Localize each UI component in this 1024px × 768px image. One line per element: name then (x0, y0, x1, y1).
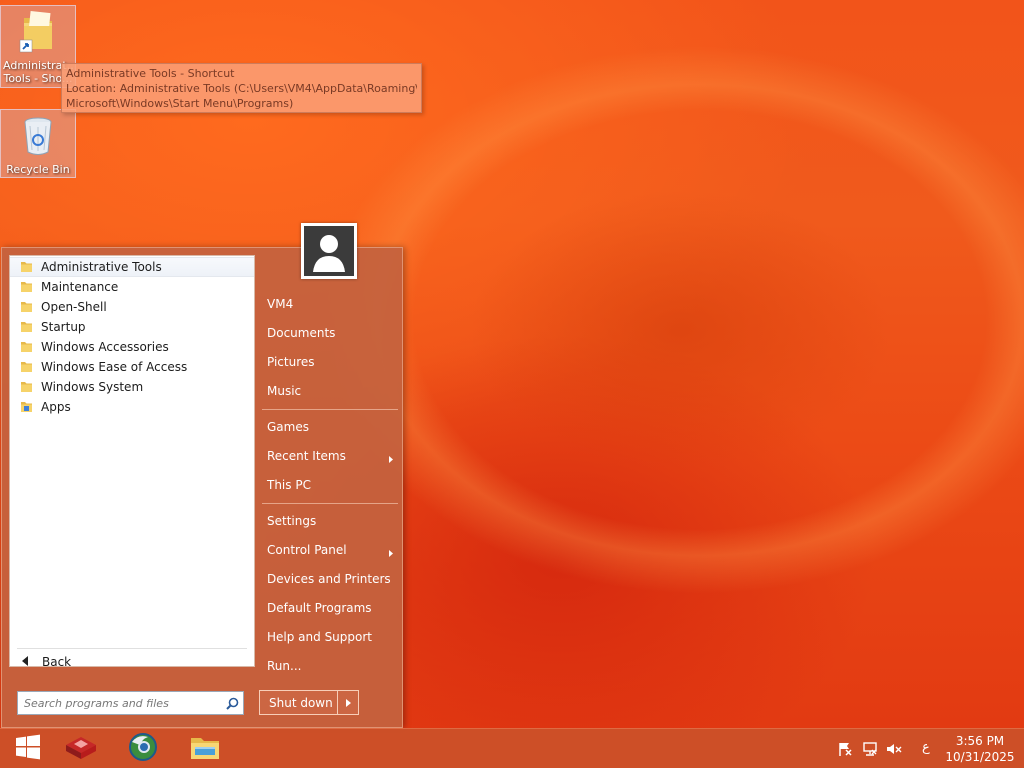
right-menu-item-label: Settings (267, 514, 317, 528)
program-item[interactable]: Windows Accessories (10, 337, 254, 357)
tooltip-location-cont: Microsoft\Windows\Start Menu\Programs) (66, 97, 294, 110)
program-item[interactable]: Windows System (10, 377, 254, 397)
program-item-label: Windows Ease of Access (41, 360, 188, 374)
tooltip-title: Administrative Tools - Shortcut (66, 67, 235, 80)
right-menu-item-recent-items[interactable]: Recent Items (260, 443, 400, 469)
right-menu-item-run[interactable]: Run... (260, 653, 400, 679)
right-menu-item-label: VM4 (267, 297, 294, 311)
windows-logo-icon (15, 734, 41, 764)
right-menu-item-devices-and-printers[interactable]: Devices and Printers (260, 566, 400, 592)
back-label: Back (42, 655, 72, 669)
right-menu-item-pictures[interactable]: Pictures (260, 349, 400, 375)
right-menu-item-label: Devices and Printers (267, 572, 391, 586)
recycle-bin-icon (1, 114, 75, 161)
program-item[interactable]: Apps (10, 397, 254, 417)
right-menu-item-default-programs[interactable]: Default Programs (260, 595, 400, 621)
folder-icon (20, 299, 33, 316)
right-menu-item-label: Music (267, 384, 302, 398)
user-avatar[interactable] (301, 223, 357, 279)
submenu-arrow-icon (389, 546, 393, 560)
folder-icon (20, 259, 33, 276)
search-box[interactable] (17, 691, 244, 715)
volume-muted-icon[interactable] (885, 741, 903, 757)
shutdown-options-icon[interactable] (338, 691, 358, 714)
folder-shortcut-icon (1, 10, 75, 57)
shutdown-button[interactable]: Shut down (259, 690, 359, 715)
program-item-label: Open-Shell (41, 300, 107, 314)
right-column-separator (262, 409, 398, 410)
search-input[interactable] (18, 693, 221, 713)
folder-icon (20, 379, 33, 396)
right-menu-item-label: Recent Items (267, 449, 346, 463)
right-menu-item-label: Run... (267, 659, 302, 673)
right-menu-item-games[interactable]: Games (260, 414, 400, 440)
program-item-label: Windows System (41, 380, 144, 394)
back-button[interactable]: Back (11, 652, 253, 672)
shutdown-label[interactable]: Shut down (260, 691, 338, 714)
right-menu-item-label: Help and Support (267, 630, 372, 644)
right-menu-item-settings[interactable]: Settings (260, 508, 400, 534)
back-separator (17, 648, 247, 649)
right-menu-item-label: Default Programs (267, 601, 372, 615)
desktop-icon-label: Recycle Bin (6, 163, 70, 176)
right-menu-item-documents[interactable]: Documents (260, 320, 400, 346)
right-menu-item-label: Pictures (267, 355, 315, 369)
program-item[interactable]: Administrative Tools (10, 257, 254, 277)
user-silhouette-icon (313, 235, 345, 272)
program-item-label: Startup (41, 320, 86, 334)
taskbar-app-red[interactable] (53, 729, 109, 768)
right-menu-item-control-panel[interactable]: Control Panel (260, 537, 400, 563)
search-icon[interactable] (221, 697, 243, 710)
taskbar: ع 3:56 PM 10/31/2025 (0, 728, 1024, 768)
right-menu-item-this-pc[interactable]: This PC (260, 472, 400, 498)
program-item[interactable]: Maintenance (10, 277, 254, 297)
desktop-icon-tooltip: Administrative Tools - Shortcut Location… (61, 63, 422, 113)
right-menu-item-music[interactable]: Music (260, 378, 400, 404)
right-menu-item-label: This PC (267, 478, 311, 492)
folder-icon (20, 359, 33, 376)
tooltip-location: Location: Administrative Tools (C:\Users… (66, 82, 417, 95)
clock-date: 10/31/2025 (945, 750, 1015, 764)
folder-icon (20, 319, 33, 336)
right-menu-item-label: Control Panel (267, 543, 347, 557)
program-item[interactable]: Windows Ease of Access (10, 357, 254, 377)
submenu-arrow-icon (389, 452, 393, 466)
right-menu-item-label: Documents (267, 326, 336, 340)
clock-time: 3:56 PM (955, 734, 1005, 748)
browser-icon (128, 732, 158, 766)
file-explorer-icon (189, 733, 221, 765)
program-item-label: Apps (41, 400, 71, 414)
folder-icon (20, 279, 33, 296)
program-item[interactable]: Open-Shell (10, 297, 254, 317)
start-button[interactable] (0, 729, 56, 768)
taskbar-file-explorer[interactable] (177, 729, 233, 768)
apps-folder-icon (20, 399, 33, 416)
right-column-separator (262, 503, 398, 504)
app-red-icon (64, 733, 98, 765)
network-icon[interactable] (861, 741, 879, 757)
program-item[interactable]: Startup (10, 317, 254, 337)
right-menu-item-help-and-support[interactable]: Help and Support (260, 624, 400, 650)
program-item-label: Maintenance (41, 280, 119, 294)
desktop-icon-recycle-bin[interactable]: Recycle Bin (0, 109, 76, 178)
start-menu: Administrative Tools Maintenance Open-Shel… (1, 223, 403, 728)
programs-list: Administrative Tools Maintenance Open-Shel… (9, 255, 255, 669)
clock[interactable]: 3:56 PM 10/31/2025 (944, 733, 1016, 765)
action-center-flag-icon[interactable] (836, 741, 854, 757)
program-item-label: Windows Accessories (41, 340, 169, 354)
program-item-label: Administrative Tools (41, 260, 162, 274)
taskbar-browser[interactable] (115, 729, 171, 768)
right-menu-item-label: Games (267, 420, 309, 434)
right-menu-item-vm4[interactable]: VM4 (260, 291, 400, 317)
language-indicator[interactable]: ع (922, 740, 930, 755)
back-arrow-icon (22, 655, 28, 669)
folder-icon (20, 339, 33, 356)
